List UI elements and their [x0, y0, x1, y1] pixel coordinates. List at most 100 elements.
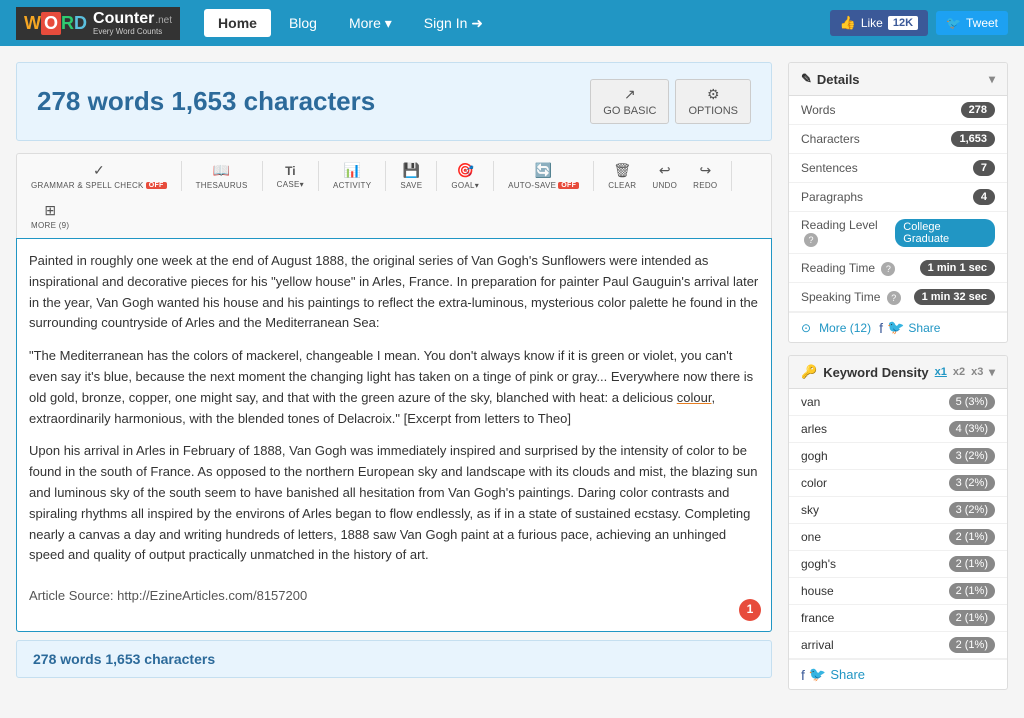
kd-x1-button[interactable]: x1 [935, 366, 947, 378]
paragraph-1: Painted in roughly one week at the end o… [29, 251, 759, 334]
case-button[interactable]: Ti CASE▾ [273, 162, 308, 191]
checkmark-icon: ✓ [93, 162, 105, 179]
details-more-row: ⊙ More (12) f 🐦 Share [789, 312, 1007, 342]
kd-word-france: france [801, 611, 834, 625]
grammar-badge: OFF [146, 182, 167, 189]
stats-header: 278 words 1,653 characters ↗ GO BASIC ⚙ … [16, 62, 772, 141]
fb-like-label: Like [861, 16, 883, 30]
kd-word-arrival: arrival [801, 638, 834, 652]
save-button[interactable]: 💾 SAVE [396, 160, 426, 192]
kd-x2-button[interactable]: x2 [953, 366, 965, 378]
kd-count-sky: 3 (2%) [949, 502, 995, 518]
reading-level-label: Reading Level ? [801, 218, 895, 247]
details-chevron-icon[interactable]: ▾ [989, 72, 995, 86]
kd-twitter-icon[interactable]: 🐦 [809, 666, 826, 683]
key-icon: 🔑 [801, 364, 817, 380]
keyword-density-header: 🔑 Keyword Density x1 x2 x3 ▾ [789, 356, 1007, 389]
fb-count: 12K [888, 16, 918, 30]
toolbar-divider-1 [181, 161, 182, 191]
details-title: Details [817, 72, 860, 87]
speaking-time-value: 1 min 32 sec [914, 289, 995, 305]
options-icon: ⚙ [707, 86, 720, 103]
sentences-value: 7 [973, 160, 995, 176]
logo-tagline: Every Word Counts [93, 27, 172, 36]
bottom-stats: 278 words 1,653 characters [16, 640, 772, 678]
more-link[interactable]: More (12) [819, 321, 871, 335]
kd-count-france: 2 (1%) [949, 610, 995, 626]
autosave-label: AUTO-SAVE OFF [508, 181, 579, 190]
characters-label: Characters [801, 132, 860, 146]
paragraphs-label: Paragraphs [801, 190, 863, 204]
kd-count-one: 2 (1%) [949, 529, 995, 545]
redo-button[interactable]: ↪ REDO [689, 160, 721, 192]
nav-signin[interactable]: Sign In ➜ [410, 9, 497, 38]
reading-time-info-icon[interactable]: ? [881, 262, 895, 276]
words-value: 278 [961, 102, 995, 118]
kd-row-goghs: gogh's 2 (1%) [789, 551, 1007, 578]
grammar-spell-check-button[interactable]: ✓ GRAMMAR & SPELL CHECK OFF [27, 160, 171, 192]
words-row: Words 278 [789, 96, 1007, 125]
kd-word-color: color [801, 476, 827, 490]
undo-button[interactable]: ↩ UNDO [648, 160, 681, 192]
kd-facebook-icon[interactable]: f [801, 667, 805, 683]
kd-word-goghs: gogh's [801, 557, 836, 571]
nav-home[interactable]: Home [204, 9, 271, 37]
facebook-like-button[interactable]: 👍 Like 12K [830, 10, 928, 36]
keyword-density-panel: 🔑 Keyword Density x1 x2 x3 ▾ van 5 (3%) … [788, 355, 1008, 690]
text-area[interactable]: Painted in roughly one week at the end o… [16, 238, 772, 632]
share-icons: f 🐦 Share [879, 319, 940, 336]
reading-time-label: Reading Time ? [801, 261, 895, 276]
speaking-time-info-icon[interactable]: ? [887, 291, 901, 305]
kd-x3-button[interactable]: x3 [971, 366, 983, 378]
goal-icon: 🎯 [456, 162, 473, 179]
nav-more[interactable]: More ▾ [335, 9, 406, 38]
goal-button[interactable]: 🎯 GOAL▾ [447, 160, 483, 192]
keyword-density-title: Keyword Density [823, 365, 928, 380]
logo-w: W [24, 13, 41, 34]
grammar-label: GRAMMAR & SPELL CHECK OFF [31, 181, 167, 190]
thesaurus-button[interactable]: 📖 THESAURUS [192, 160, 252, 192]
fb-icon: 👍 [840, 15, 856, 31]
kd-share-link[interactable]: Share [830, 667, 865, 682]
undo-icon: ↩ [659, 162, 671, 179]
logo-net: .net [155, 15, 172, 26]
nav: Home Blog More ▾ Sign In ➜ [204, 9, 497, 38]
details-header: ✎ Details ▾ [789, 63, 1007, 96]
sentences-label: Sentences [801, 161, 858, 175]
activity-button[interactable]: 📊 ACTIVITY [329, 160, 375, 192]
redo-icon: ↪ [699, 162, 711, 179]
reading-level-row: Reading Level ? College Graduate [789, 212, 1007, 254]
kd-row-color: color 3 (2%) [789, 470, 1007, 497]
share-link[interactable]: Share [908, 321, 940, 335]
kd-count-goghs: 2 (1%) [949, 556, 995, 572]
twitter-icon: 🐦 [946, 16, 961, 30]
toolbar: ✓ GRAMMAR & SPELL CHECK OFF 📖 THESAURUS … [16, 153, 772, 238]
keyword-density-chevron-icon[interactable]: ▾ [989, 365, 995, 379]
go-basic-button[interactable]: ↗ GO BASIC [590, 79, 669, 124]
kd-row-van: van 5 (3%) [789, 389, 1007, 416]
logo-o: O [41, 12, 61, 35]
header-right: 👍 Like 12K 🐦 Tweet [830, 10, 1008, 36]
pencil-icon: ✎ [801, 71, 812, 87]
details-facebook-icon[interactable]: f [879, 320, 883, 336]
logo: W O R D Counter .net Every Word Counts [16, 7, 180, 40]
options-button[interactable]: ⚙ OPTIONS [675, 79, 751, 124]
paragraph-3: Upon his arrival in Arles in February of… [29, 441, 759, 566]
details-twitter-icon[interactable]: 🐦 [887, 319, 904, 336]
more-button[interactable]: ⊞ MORE (9) [27, 200, 73, 232]
go-basic-icon: ↗ [624, 86, 636, 103]
main-content: 278 words 1,653 characters ↗ GO BASIC ⚙ … [0, 46, 1024, 718]
right-panel: ✎ Details ▾ Words 278 Characters 1,653 S… [788, 62, 1008, 702]
autosave-icon: 🔄 [535, 162, 552, 179]
goal-label: GOAL▾ [451, 181, 479, 190]
autosave-button[interactable]: 🔄 AUTO-SAVE OFF [504, 160, 583, 192]
twitter-tweet-button[interactable]: 🐦 Tweet [936, 11, 1008, 35]
left-panel: 278 words 1,653 characters ↗ GO BASIC ⚙ … [16, 62, 772, 702]
clear-button[interactable]: 🗑 CLEAR [604, 160, 640, 192]
nav-blog[interactable]: Blog [275, 9, 331, 37]
kd-word-arles: arles [801, 422, 827, 436]
reading-level-info-icon[interactable]: ? [804, 233, 818, 247]
characters-value: 1,653 [951, 131, 995, 147]
reading-time-value: 1 min 1 sec [920, 260, 995, 276]
save-label: SAVE [400, 181, 422, 190]
